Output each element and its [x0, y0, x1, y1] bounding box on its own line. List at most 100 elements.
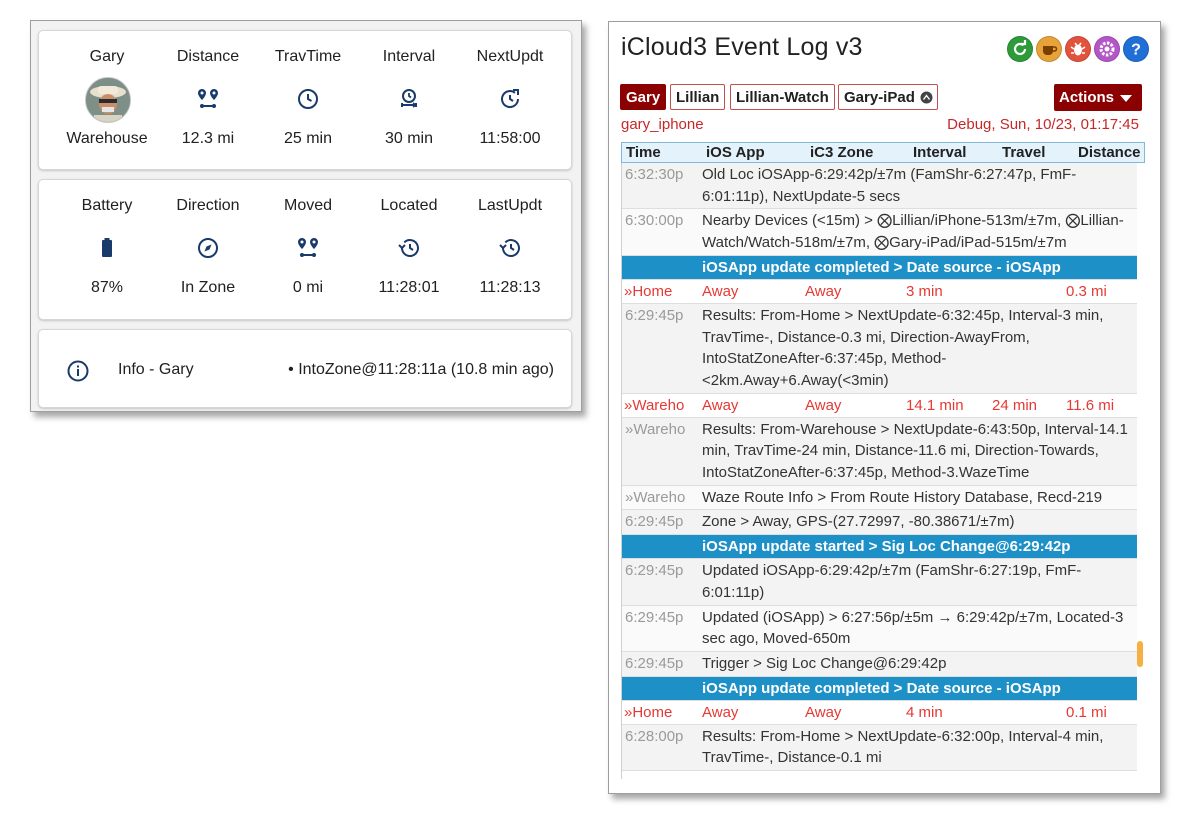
- map-markers-path-icon: [198, 89, 218, 108]
- interval-label: Interval: [382, 48, 436, 65]
- person-name: Gary: [89, 48, 125, 65]
- nextupdt-value: 11:58:00: [479, 130, 541, 147]
- travtime-value: 25 min: [283, 130, 333, 147]
- log-stat-distance: 0.1 mi: [1066, 703, 1107, 721]
- tab-lillian-watch[interactable]: Lillian-Watch: [730, 84, 835, 110]
- log-entry-time: 6:29:45p: [625, 654, 684, 672]
- log-stat-distance: 0.3 mi: [1066, 282, 1107, 300]
- actions-label: Actions: [1059, 89, 1115, 106]
- log-banner-text: iOSApp update completed > Date source - …: [702, 258, 1061, 276]
- log-entry-text: Updated (iOSApp) > 6:27:56p/±5m → 6:29:4…: [702, 608, 1124, 648]
- event-log-list[interactable]: 6:32:30p Old Loc iOSApp-6:29:42p/±7m (Fam…: [621, 163, 1137, 779]
- history-icon: [499, 239, 520, 257]
- log-stat-interval: 4 min: [906, 703, 943, 721]
- tracker-cell-distance[interactable]: Distance 12.3 mi: [158, 31, 258, 171]
- log-banner-text: iOSApp update completed > Date source - …: [702, 679, 1061, 697]
- actions-dropdown[interactable]: Actions: [1054, 84, 1142, 111]
- log-stats-row: »Home Away Away 3 min 0.3 mi: [622, 279, 1137, 304]
- tracker-cell-nextupdt[interactable]: NextUpdt 11:58:00: [460, 31, 560, 171]
- moved-label: Moved: [283, 197, 333, 214]
- page-title: iCloud3 Event Log v3: [621, 33, 863, 61]
- log-entry-time: 6:29:45p: [625, 513, 684, 531]
- help-icon[interactable]: ?: [1123, 36, 1149, 62]
- log-entry-time: 6:29:45p: [625, 562, 684, 580]
- refresh-icon[interactable]: [1007, 36, 1033, 62]
- log-entry-row: 6:29:45p Updated iOSApp-6:29:42p/±7m (Fam…: [622, 559, 1137, 606]
- log-entry-row: 6:32:30p Old Loc iOSApp-6:29:42p/±7m (Fam…: [622, 163, 1137, 210]
- battery-icon: [102, 238, 112, 257]
- col-interval: Interval: [913, 144, 967, 161]
- person-zone: Warehouse: [66, 130, 148, 147]
- log-entry-time: 6:30:00p: [625, 212, 684, 230]
- direction-label: Direction: [176, 197, 240, 214]
- tracker-row-2: Battery 87% Direction In Zone Moved 0 mi…: [38, 179, 572, 320]
- direction-value: In Zone: [180, 279, 236, 296]
- nextupdt-label: NextUpdt: [476, 48, 544, 65]
- log-column-header: Time iOS App iC3 Zone Interval Travel Di…: [621, 142, 1145, 163]
- tracker-cell-lastupdt[interactable]: LastUpdt 11:28:13: [460, 180, 560, 320]
- log-stat-interval: 3 min: [906, 282, 943, 300]
- log-stat-travel: 24 min: [992, 396, 1038, 414]
- log-entry-row: 6:29:45p Trigger > Sig Loc Change@6:29:42…: [622, 651, 1137, 677]
- clock-refresh-icon: [501, 89, 520, 108]
- tab-lillian[interactable]: Lillian: [670, 84, 726, 110]
- event-log-card: iCloud3 Event Log v3 ? Gary Lillian Lill…: [608, 21, 1161, 794]
- log-stat-distance: 11.6 mi: [1066, 396, 1115, 414]
- col-travel: Travel: [1002, 144, 1046, 161]
- tab-gary-ipad-label: Gary-iPad: [844, 89, 915, 106]
- header-icon-bar: ?: [1007, 36, 1149, 62]
- distance-label: Distance: [176, 48, 240, 65]
- log-entry-time: 6:29:45p: [625, 306, 684, 324]
- lastupdt-label: LastUpdt: [477, 197, 543, 214]
- clock-icon: [298, 89, 318, 109]
- log-banner-text: iOSApp update started > Sig Loc Change@6…: [702, 538, 1071, 556]
- log-stats-row: »Home Away Away 4 min 0.1 mi: [622, 700, 1137, 725]
- bug-icon[interactable]: [1065, 36, 1091, 62]
- tracker-cell-travtime[interactable]: TravTime 25 min: [258, 31, 358, 171]
- tab-gary-ipad[interactable]: Gary-iPad: [838, 84, 938, 110]
- col-distance: Distance: [1078, 144, 1141, 161]
- log-entry-text: Trigger > Sig Loc Change@6:29:42p: [702, 654, 947, 672]
- wifi-cell-icon: [920, 91, 933, 104]
- tab-gary[interactable]: Gary: [620, 84, 667, 110]
- compass-icon: [198, 238, 218, 258]
- tracker-cell-battery[interactable]: Battery 87%: [57, 180, 157, 320]
- log-stat-ic3: Away: [805, 396, 842, 414]
- tracker-cell-moved[interactable]: Moved 0 mi: [258, 180, 358, 320]
- battery-value: 87%: [90, 279, 124, 296]
- history-icon: [398, 239, 419, 257]
- map-markers-path-icon: [298, 238, 318, 257]
- log-entry-row: 6:29:45p Zone > Away, GPS-(27.72997, -80.…: [622, 510, 1137, 536]
- tracker-info-panel[interactable]: Info - Gary • IntoZone@11:28:11a (10.8 m…: [38, 329, 572, 408]
- svg-text:?: ?: [1131, 42, 1141, 59]
- moved-value: 0 mi: [292, 279, 324, 296]
- tracker-cell-interval[interactable]: Interval 30 min: [359, 31, 459, 171]
- settings-icon[interactable]: [1094, 36, 1120, 62]
- coffee-icon[interactable]: [1036, 36, 1062, 62]
- col-ios-app: iOS App: [706, 144, 765, 161]
- travtime-label: TravTime: [274, 48, 342, 65]
- tracker-cell-located[interactable]: Located 11:28:01: [359, 180, 459, 320]
- col-ic3-zone: iC3 Zone: [810, 144, 874, 161]
- log-entry-row: 6:29:45p Results: From-Home > NextUpdate-…: [622, 303, 1137, 394]
- interval-value: 30 min: [384, 130, 434, 147]
- tracker-cell-direction[interactable]: Direction In Zone: [158, 180, 258, 320]
- tracker-cell-person[interactable]: Gary Warehouse: [57, 31, 157, 171]
- scrollbar-thumb[interactable]: [1137, 641, 1143, 667]
- log-stat-interval: 14.1 min: [906, 396, 964, 414]
- info-state: • IntoZone@11:28:11a (10.8 min ago): [288, 361, 554, 378]
- distance-value: 12.3 mi: [181, 130, 235, 147]
- timer-interval-icon: [401, 89, 418, 108]
- col-time: Time: [626, 144, 661, 161]
- log-banner-row: iOSApp update completed > Date source - …: [622, 255, 1137, 280]
- log-entry-text: Results: From-Warehouse > NextUpdate-6:4…: [702, 420, 1128, 482]
- log-stat-zone: »Home: [624, 703, 673, 721]
- log-banner-row: iOSApp update completed > Date source - …: [622, 676, 1137, 701]
- log-entry-row: »Wareho Waze Route Info > From Route Hist…: [622, 485, 1137, 511]
- log-entry-row: 6:29:45p Updated (iOSApp) > 6:27:56p/±5m …: [622, 605, 1137, 652]
- log-entry-text: Waze Route Info > From Route History Dat…: [702, 488, 1103, 506]
- log-stat-zone: »Home: [624, 282, 673, 300]
- log-entry-time: 6:28:00p: [625, 727, 684, 745]
- log-entry-time: 6:32:30p: [625, 166, 684, 183]
- log-entry-time: »Wareho: [625, 420, 686, 438]
